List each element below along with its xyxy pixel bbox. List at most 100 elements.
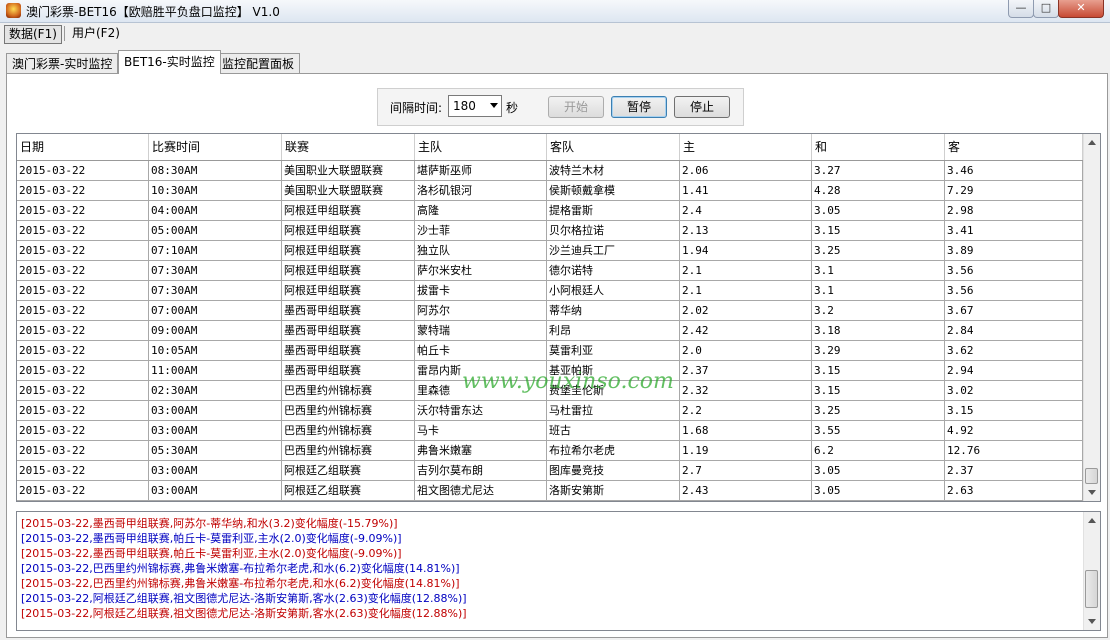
tab-strip: 澳门彩票-实时监控 BET16-实时监控 监控配置面板 — [0, 50, 1110, 74]
table-cell: 2.42 — [680, 321, 812, 341]
table-cell: 05:30AM — [149, 441, 282, 461]
table-row[interactable]: 2015-03-22 10:30AM 美国职业大联盟联赛 洛杉矶银河 侯斯顿戴拿模 1.4… — [17, 181, 1083, 201]
table-cell: 墨西哥甲组联赛 — [282, 321, 415, 341]
table-cell: 阿苏尔 — [415, 301, 547, 321]
table-row[interactable]: 2015-03-22 07:30AM 阿根廷甲组联赛 萨尔米安杜 德尔诺特 2.1 3.1 3… — [17, 261, 1083, 281]
table-scrollbar[interactable] — [1083, 134, 1100, 501]
table-cell: 堪萨斯巫师 — [415, 161, 547, 181]
table-cell: 巴西里约州锦标赛 — [282, 381, 415, 401]
table-cell: 3.27 — [812, 161, 945, 181]
table-row[interactable]: 2015-03-22 05:30AM 巴西里约州锦标赛 弗鲁米嫩塞 布拉希尔老虎 1.19… — [17, 441, 1083, 461]
start-button[interactable]: 开始 — [548, 96, 604, 118]
interval-value: 180 — [453, 99, 476, 113]
table-cell: 10:05AM — [149, 341, 282, 361]
table-cell: 04:00AM — [149, 201, 282, 221]
interval-select[interactable]: 180 — [448, 95, 502, 117]
column-header[interactable]: 客 — [945, 134, 1083, 160]
table-cell: 07:00AM — [149, 301, 282, 321]
table-cell: 2.37 — [945, 461, 1083, 481]
stop-button[interactable]: 停止 — [674, 96, 730, 118]
chevron-down-icon[interactable] — [490, 103, 498, 108]
table-cell: 2.98 — [945, 201, 1083, 221]
table-cell: 阿根廷甲组联赛 — [282, 281, 415, 301]
table-cell: 2.32 — [680, 381, 812, 401]
change-log[interactable]: [2015-03-22,墨西哥甲组联赛,阿苏尔-蒂华纳,和水(3.2)变化幅度(… — [16, 511, 1101, 631]
table-cell: 07:30AM — [149, 261, 282, 281]
close-button[interactable]: ✕ — [1058, 0, 1104, 18]
table-row[interactable]: 2015-03-22 10:05AM 墨西哥甲组联赛 帕丘卡 莫雷利亚 2.0 3.29 3.… — [17, 341, 1083, 361]
table-cell: 3.89 — [945, 241, 1083, 261]
table-row[interactable]: 2015-03-22 03:00AM 阿根廷乙组联赛 祖文图德尤尼达 洛斯安第斯 2.43… — [17, 481, 1083, 501]
table-row[interactable]: 2015-03-22 05:00AM 阿根廷甲组联赛 沙士菲 贝尔格拉诺 2.13 3.15… — [17, 221, 1083, 241]
table-row[interactable]: 2015-03-22 04:00AM 阿根廷甲组联赛 高隆 提格雷斯 2.4 3.05 2.9… — [17, 201, 1083, 221]
table-cell: 2.06 — [680, 161, 812, 181]
menu-bar: 数据(F1) 用户(F2) — [0, 23, 1110, 44]
maximize-button[interactable]: □ — [1033, 0, 1059, 18]
scroll-up-icon[interactable] — [1088, 140, 1096, 145]
table-cell: 03:00AM — [149, 421, 282, 441]
table-cell: 提格雷斯 — [547, 201, 680, 221]
table-row[interactable]: 2015-03-22 09:00AM 墨西哥甲组联赛 蒙特瑞 利昂 2.42 3.18 2.8… — [17, 321, 1083, 341]
table-cell: 3.05 — [812, 461, 945, 481]
scroll-down-icon[interactable] — [1088, 619, 1096, 624]
table-cell: 7.29 — [945, 181, 1083, 201]
table-cell: 3.55 — [812, 421, 945, 441]
column-header[interactable]: 主 — [680, 134, 812, 160]
minimize-button[interactable]: — — [1008, 0, 1034, 18]
table-cell: 利昂 — [547, 321, 680, 341]
scroll-thumb[interactable] — [1085, 570, 1098, 608]
pause-button[interactable]: 暂停 — [611, 96, 667, 118]
table-row[interactable]: 2015-03-22 03:00AM 阿根廷乙组联赛 吉列尔莫布朗 图库曼竞技 2.7 3.… — [17, 461, 1083, 481]
table-cell: 2.7 — [680, 461, 812, 481]
table-cell: 阿根廷甲组联赛 — [282, 201, 415, 221]
table-cell: 6.2 — [812, 441, 945, 461]
column-header[interactable]: 联赛 — [282, 134, 415, 160]
menu-data[interactable]: 数据(F1) — [4, 25, 62, 44]
log-line: [2015-03-22,墨西哥甲组联赛,帕丘卡-莫雷利亚,主水(2.0)变化幅度… — [21, 547, 402, 560]
column-header[interactable]: 和 — [812, 134, 945, 160]
table-cell: 沃尔特雷东达 — [415, 401, 547, 421]
column-header[interactable]: 日期 — [17, 134, 149, 160]
table-row[interactable]: 2015-03-22 07:00AM 墨西哥甲组联赛 阿苏尔 蒂华纳 2.02 3.2 3.6… — [17, 301, 1083, 321]
table-cell: 2.2 — [680, 401, 812, 421]
scroll-up-icon[interactable] — [1088, 518, 1096, 523]
log-scrollbar[interactable] — [1083, 512, 1100, 630]
tab-bet16-monitor[interactable]: BET16-实时监控 — [118, 50, 221, 74]
column-header[interactable]: 客队 — [547, 134, 680, 160]
table-cell: 班古 — [547, 421, 680, 441]
table-row[interactable]: 2015-03-22 03:00AM 巴西里约州锦标赛 沃尔特雷东达 马杜雷拉 2.2 3.… — [17, 401, 1083, 421]
table-cell: 巴西里约州锦标赛 — [282, 441, 415, 461]
table-cell: 3.02 — [945, 381, 1083, 401]
control-group: 间隔时间: 180 秒 开始 暂停 停止 — [377, 88, 744, 126]
table-cell: 07:30AM — [149, 281, 282, 301]
table-cell: 莫雷利亚 — [547, 341, 680, 361]
column-header[interactable]: 比赛时间 — [149, 134, 282, 160]
column-header[interactable]: 主队 — [415, 134, 547, 160]
table-cell: 2015-03-22 — [17, 361, 149, 381]
table-cell: 3.25 — [812, 241, 945, 261]
table-cell: 2.1 — [680, 261, 812, 281]
table-cell: 3.1 — [812, 281, 945, 301]
table-cell: 阿根廷乙组联赛 — [282, 481, 415, 501]
table-cell: 小阿根廷人 — [547, 281, 680, 301]
table-cell: 2015-03-22 — [17, 341, 149, 361]
menu-user[interactable]: 用户(F2) — [68, 25, 124, 42]
table-cell: 2015-03-22 — [17, 401, 149, 421]
table-cell: 3.15 — [812, 221, 945, 241]
odds-table[interactable]: 日期 比赛时间 联赛 主队 客队主和客 2015-03-22 08:30AM 美国职业大联盟… — [16, 133, 1101, 502]
table-cell: 2015-03-22 — [17, 461, 149, 481]
table-cell: 弗鲁米嫩塞 — [415, 441, 547, 461]
table-cell: 阿根廷甲组联赛 — [282, 241, 415, 261]
table-row[interactable]: 2015-03-22 03:00AM 巴西里约州锦标赛 马卡 班古 1.68 3.55 4.9… — [17, 421, 1083, 441]
table-cell: 阿根廷甲组联赛 — [282, 221, 415, 241]
tab-macau-monitor[interactable]: 澳门彩票-实时监控 — [6, 53, 119, 74]
log-line: [2015-03-22,墨西哥甲组联赛,帕丘卡-莫雷利亚,主水(2.0)变化幅度… — [21, 532, 402, 545]
tab-config-panel[interactable]: 监控配置面板 — [216, 53, 301, 74]
table-row[interactable]: 2015-03-22 07:30AM 阿根廷甲组联赛 拔雷卡 小阿根廷人 2.1 3.1 3.… — [17, 281, 1083, 301]
scroll-thumb[interactable] — [1085, 468, 1098, 484]
scroll-down-icon[interactable] — [1088, 490, 1096, 495]
table-row[interactable]: 2015-03-22 08:30AM 美国职业大联盟联赛 堪萨斯巫师 波特兰木材 2.06… — [17, 161, 1083, 181]
table-row[interactable]: 2015-03-22 07:10AM 阿根廷甲组联赛 独立队 沙兰迪兵工厂 1.94 3.2… — [17, 241, 1083, 261]
table-cell: 3.46 — [945, 161, 1083, 181]
table-cell: 帕丘卡 — [415, 341, 547, 361]
